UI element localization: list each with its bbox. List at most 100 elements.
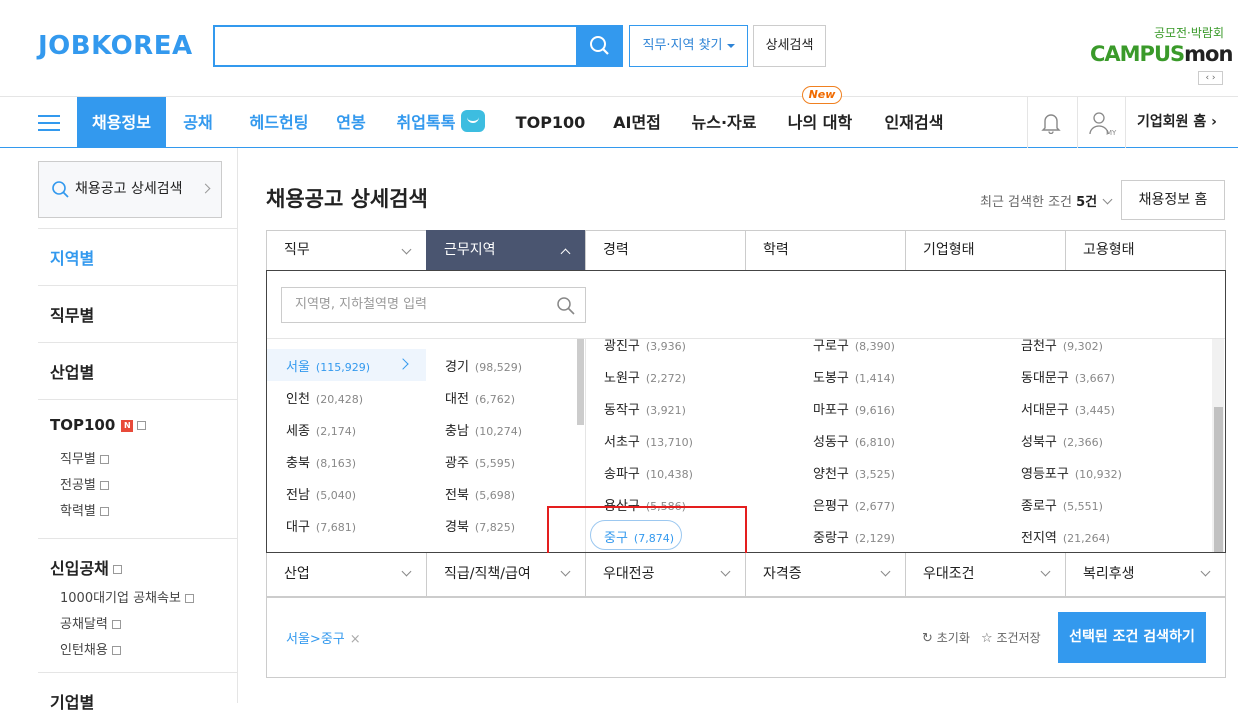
region-item[interactable]: 송파구 (10,438)	[604, 463, 693, 482]
region-item[interactable]: 동대문구 (3,667)	[1021, 367, 1115, 386]
nav-news[interactable]: 뉴스·자료	[685, 97, 763, 148]
sidebar-item-industry[interactable]: 산업별	[50, 359, 94, 383]
nav-public-recruit[interactable]: 공채	[174, 97, 222, 148]
banner-pager[interactable]: ‹ ›	[1198, 71, 1223, 85]
tab-welfare[interactable]: 복리후생	[1065, 553, 1226, 597]
new-badge: New	[802, 86, 842, 104]
popup-icon	[111, 620, 121, 629]
menu-icon[interactable]	[38, 115, 60, 131]
region-item[interactable]: 전지역 (21,264)	[1021, 527, 1110, 546]
sidebar-subitem-top1000[interactable]: 1000대기업 공채속보	[60, 587, 194, 606]
tab-preferred-condition[interactable]: 우대조건	[905, 553, 1066, 597]
region-item[interactable]: 경기(98,529)	[445, 356, 522, 375]
search-icon[interactable]	[556, 296, 576, 316]
region-item[interactable]: 구로구 (8,390)	[813, 339, 895, 354]
tab-education[interactable]: 학력	[745, 230, 906, 271]
sidebar-subitem-job[interactable]: 직무별	[60, 448, 109, 467]
recent-search-dropdown[interactable]: 최근 검색한 조건 5건	[980, 191, 1113, 210]
region-item[interactable]: 마포구 (9,616)	[813, 399, 895, 418]
tab-work-region[interactable]: 근무지역	[426, 230, 586, 271]
region-item[interactable]: 전북 (5,698)	[445, 484, 515, 503]
sidebar-subitem-major[interactable]: 전공별	[60, 474, 109, 493]
nav-recruit-info[interactable]: 채용정보	[77, 97, 166, 148]
nav-talent-search[interactable]: 인재검색	[876, 97, 952, 148]
region-item[interactable]: 전남 (5,040)	[286, 484, 356, 503]
region-item[interactable]: 노원구 (2,272)	[604, 367, 686, 386]
sidebar-subitem-intern[interactable]: 인턴채용	[60, 639, 121, 658]
job-region-label: 직무·지역 찾기	[642, 38, 723, 53]
scrollbar-thumb[interactable]	[1214, 407, 1223, 552]
region-count: (5,698)	[474, 489, 515, 502]
region-count: (1,414)	[854, 372, 895, 385]
region-item[interactable]: 인천 (20,428)	[286, 388, 363, 407]
region-item[interactable]: 중랑구 (2,129)	[813, 527, 895, 546]
region-search-input[interactable]: 지역명, 지하철역명 입력	[281, 287, 586, 323]
region-item[interactable]: 성동구 (6,810)	[813, 431, 895, 450]
nav-top100[interactable]: TOP100	[513, 97, 588, 148]
region-item[interactable]: 종로구 (5,551)	[1021, 495, 1103, 514]
nav-salary[interactable]: 연봉	[328, 97, 374, 148]
tab-label: 복리후생	[1083, 566, 1135, 582]
tab-company-type[interactable]: 기업형태	[905, 230, 1066, 271]
bell-icon[interactable]	[1041, 112, 1061, 134]
sidebar-detail-search-button[interactable]: 채용공고 상세검색	[38, 161, 222, 218]
region-item[interactable]: 경기(98,529)	[445, 548, 522, 552]
region-item[interactable]: 대전 (6,762)	[445, 388, 515, 407]
nav-my-univ[interactable]: 나의 대학	[782, 97, 858, 148]
region-item[interactable]: 서울(115,929)	[286, 356, 370, 375]
my-page-icon[interactable]: MY	[1088, 110, 1118, 136]
region-item[interactable]: 은평구 (2,677)	[813, 495, 895, 514]
nav-career-talk[interactable]: 취업톡톡	[393, 97, 459, 148]
nav-ai-interview[interactable]: AI면접	[607, 97, 667, 148]
sidebar-item-top100[interactable]: TOP100 N	[50, 416, 147, 434]
campusmon-banner[interactable]: 공모전·박람회 CAMPUSmon	[1090, 24, 1233, 66]
region-item[interactable]: 경북 (7,825)	[445, 516, 515, 535]
region-item[interactable]: 서울(115,929)	[286, 548, 370, 552]
sidebar-item-job[interactable]: 직무별	[50, 302, 94, 326]
region-item[interactable]: 광진구 (3,936)	[604, 339, 686, 354]
recruit-home-button[interactable]: 채용정보 홈	[1121, 180, 1225, 220]
region-item[interactable]: 대구 (7,681)	[286, 516, 356, 535]
region-item[interactable]: 충남 (10,274)	[445, 420, 522, 439]
tab-employment-type[interactable]: 고용형태	[1065, 230, 1226, 271]
jobkorea-logo[interactable]: JOBKOREA	[38, 31, 193, 61]
tab-preferred-major[interactable]: 우대전공	[585, 553, 746, 597]
selected-tag[interactable]: 서울>중구 ×	[286, 628, 361, 647]
tab-job[interactable]: 직무	[266, 230, 427, 271]
region-count: (5,595)	[474, 457, 515, 470]
region-item[interactable]: 세종 (2,174)	[286, 420, 356, 439]
search-selected-button[interactable]: 선택된 조건 검색하기	[1058, 612, 1206, 663]
sidebar-item-company[interactable]: 기업별	[50, 689, 94, 713]
region-item[interactable]: 서대문구 (3,445)	[1021, 399, 1115, 418]
region-item[interactable]: 광주 (5,595)	[445, 452, 515, 471]
tab-industry[interactable]: 산업	[266, 553, 427, 597]
region-item[interactable]: 성북구 (2,366)	[1021, 431, 1103, 450]
detail-search-button[interactable]: 상세검색	[753, 25, 826, 67]
search-input[interactable]	[213, 25, 578, 67]
region-count: (8,163)	[315, 457, 356, 470]
nav-headhunting[interactable]: 헤드헌팅	[238, 97, 320, 148]
corp-home-link[interactable]: 기업회원 홈 ›	[1137, 97, 1217, 148]
region-item[interactable]: 도봉구 (1,414)	[813, 367, 895, 386]
search-button[interactable]	[577, 25, 623, 67]
save-condition-button[interactable]: ☆ 조건저장	[981, 629, 1041, 646]
job-region-button[interactable]: 직무·지역 찾기	[629, 25, 748, 67]
tab-position-salary[interactable]: 직급/직책/급여	[426, 553, 586, 597]
tab-license[interactable]: 자격증	[745, 553, 906, 597]
region-item[interactable]: 서초구 (13,710)	[604, 431, 693, 450]
scrollbar-thumb[interactable]	[577, 339, 584, 425]
reset-button[interactable]: ↻ 초기화	[922, 629, 970, 646]
chevron-down-icon	[401, 244, 412, 255]
sidebar-subitem-education[interactable]: 학력별	[60, 500, 109, 519]
region-item[interactable]: 충북 (8,163)	[286, 452, 356, 471]
region-item[interactable]: 양천구 (3,525)	[813, 463, 895, 482]
sidebar-item-new-recruit[interactable]: 신입공채	[50, 555, 122, 579]
sidebar-item-region[interactable]: 지역별	[50, 245, 94, 269]
region-item[interactable]: 동작구 (3,921)	[604, 399, 686, 418]
sidebar-subitem-calendar[interactable]: 공채달력	[60, 613, 121, 632]
tab-career[interactable]: 경력	[585, 230, 746, 271]
tab-label: 근무지역	[444, 242, 496, 258]
close-icon[interactable]: ×	[350, 632, 361, 647]
region-item[interactable]: 금천구 (9,302)	[1021, 339, 1103, 354]
region-item[interactable]: 영등포구 (10,932)	[1021, 463, 1122, 482]
